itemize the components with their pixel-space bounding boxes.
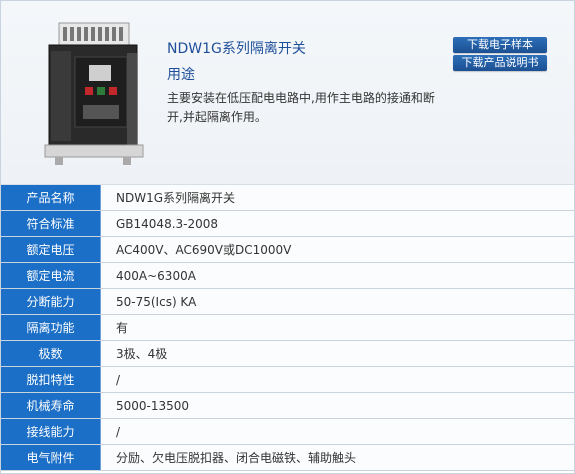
spec-table: 产品名称 NDW1G系列隔离开关 符合标准 GB14048.3-2008 额定电压 A… — [1, 185, 574, 471]
spec-label: 隔离功能 — [1, 314, 101, 341]
usage-description: 主要安装在低压配电电路中,用作主电路的接通和断开,并起隔离作用。 — [167, 91, 435, 124]
spec-row: 接线能力 / — [1, 418, 574, 445]
spec-value: 有 — [100, 314, 574, 341]
download-manual-button[interactable]: 下载产品说明书 — [453, 55, 547, 71]
spec-row: 符合标准 GB14048.3-2008 — [1, 210, 574, 237]
product-title: NDW1G系列隔离开关 — [167, 41, 306, 57]
spec-label: 脱扣特性 — [1, 366, 101, 393]
spec-row: 机械寿命 5000-13500 — [1, 392, 574, 419]
spec-label: 符合标准 — [1, 210, 101, 237]
spec-value: 50-75(Ics) KA — [100, 288, 574, 315]
spec-row: 额定电流 400A~6300A — [1, 262, 574, 289]
spec-label: 分断能力 — [1, 288, 101, 315]
download-sample-button[interactable]: 下载电子样本 — [453, 37, 547, 53]
spec-label: 产品名称 — [1, 185, 101, 211]
spec-label: 机械寿命 — [1, 392, 101, 419]
spec-value: 5000-13500 — [100, 392, 574, 419]
spec-row: 产品名称 NDW1G系列隔离开关 — [1, 185, 574, 211]
spec-label: 极数 — [1, 340, 101, 367]
spec-label: 接线能力 — [1, 418, 101, 445]
spec-value: / — [100, 366, 574, 393]
spec-value: AC400V、AC690V或DC1000V — [100, 236, 574, 263]
spec-value: 400A~6300A — [100, 262, 574, 289]
spec-label: 额定电压 — [1, 236, 101, 263]
spec-row: 隔离功能有 — [1, 314, 574, 341]
spec-value: NDW1G系列隔离开关 — [100, 185, 574, 211]
spec-label: 电气附件 — [1, 444, 101, 471]
spec-value: / — [100, 418, 574, 445]
spec-label: 额定电流 — [1, 262, 101, 289]
spec-row: 脱扣特性 / — [1, 366, 574, 393]
spec-row: 额定电压 AC400V、AC690V或DC1000V — [1, 236, 574, 263]
spec-value: 分励、欠电压脱扣器、闭合电磁铁、辅助触头 — [100, 444, 574, 471]
product-panel: NDW1G系列隔离开关 用途 主要安装在低压配电电路中,用作主电路的接通和断开,… — [0, 0, 575, 474]
spec-row: 极数 3极、4极 — [1, 340, 574, 367]
spec-value: GB14048.3-2008 — [100, 210, 574, 237]
spec-row: 电气附件 分励、欠电压脱扣器、闭合电磁铁、辅助触头 — [1, 444, 574, 471]
spec-row: 分断能力 50-75(Ics) KA — [1, 288, 574, 315]
usage-heading: 用途 — [167, 67, 195, 83]
product-header: NDW1G系列隔离开关 用途 主要安装在低压配电电路中,用作主电路的接通和断开,… — [1, 1, 574, 185]
circuit-breaker-image — [44, 22, 144, 165]
spec-value: 3极、4极 — [100, 340, 574, 367]
